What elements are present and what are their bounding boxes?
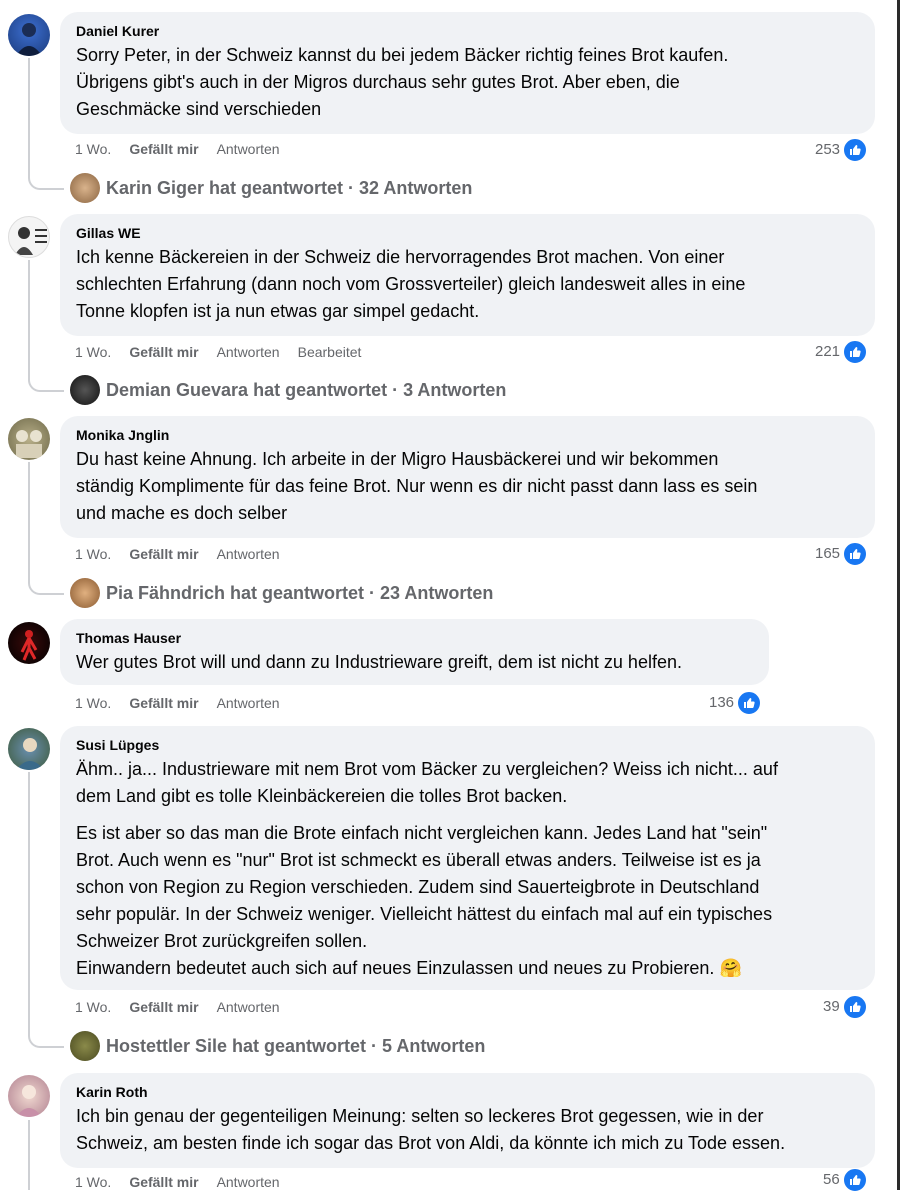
comment-text: Du hast keine Ahnung. Ich arbeite in der…: [76, 449, 758, 523]
comment-time[interactable]: 1 Wo.: [75, 695, 111, 711]
view-replies-link[interactable]: Karin Giger hat geantwortet · 32 Antwort…: [70, 172, 472, 204]
comment-text: Wer gutes Brot will und dann zu Industri…: [76, 652, 682, 672]
replies-text: Demian Guevara hat geantwortet · 3 Antwo…: [106, 379, 507, 400]
comment-actions: 1 Wo. Gefällt mir Antworten: [75, 544, 298, 564]
thread-line: [28, 1120, 30, 1190]
thumbs-up-icon: [842, 1168, 867, 1192]
avatar-image-icon: [16, 738, 44, 770]
comment-text-paragraph: Es ist aber so das man die Brote einfach…: [76, 823, 773, 978]
reaction-count[interactable]: 221: [815, 340, 868, 364]
thumbs-up-icon: [843, 340, 868, 364]
comment-time[interactable]: 1 Wo.: [75, 546, 111, 562]
comment-bubble: Daniel Kurer Sorry Peter, in der Schweiz…: [60, 12, 875, 134]
replier-avatar: [70, 578, 100, 608]
comment-author[interactable]: Karin Roth: [76, 1083, 859, 1101]
thread-connector: [28, 1026, 64, 1048]
reply-button[interactable]: Antworten: [217, 1174, 280, 1190]
reply-button[interactable]: Antworten: [217, 546, 280, 562]
like-button[interactable]: Gefällt mir: [129, 1174, 198, 1190]
view-replies-link[interactable]: Pia Fähndrich hat geantwortet · 23 Antwo…: [70, 577, 493, 609]
reply-button[interactable]: Antworten: [217, 695, 280, 711]
avatar[interactable]: [8, 1075, 50, 1117]
thumbs-up-icon: [737, 691, 762, 715]
comment-time[interactable]: 1 Wo.: [75, 999, 111, 1015]
replier-avatar: [70, 375, 100, 405]
reply-button[interactable]: Antworten: [217, 999, 280, 1015]
replier-avatar: [70, 173, 100, 203]
thread-line: [28, 772, 30, 1034]
like-button[interactable]: Gefällt mir: [129, 546, 198, 562]
comment-bubble: Monika Jnglin Du hast keine Ahnung. Ich …: [60, 416, 875, 538]
thread-connector: [28, 370, 64, 392]
comment-bubble: Gillas WE Ich kenne Bäckereien in der Sc…: [60, 214, 875, 336]
replier-avatar: [70, 1031, 100, 1061]
avatar-image-icon: [15, 227, 47, 255]
comment-actions: 1 Wo. Gefällt mir Antworten: [75, 997, 298, 1017]
reaction-count-value: 253: [815, 141, 841, 158]
comment-author[interactable]: Monika Jnglin: [76, 426, 859, 444]
reply-button[interactable]: Antworten: [217, 344, 280, 360]
replies-text: Karin Giger hat geantwortet · 32 Antwort…: [106, 177, 473, 198]
comment-text: Sorry Peter, in der Schweiz kannst du be…: [76, 45, 729, 119]
reaction-count-value: 165: [815, 545, 841, 562]
reaction-count[interactable]: 165: [815, 542, 868, 566]
comment-actions: 1 Wo. Gefällt mir Antworten: [75, 139, 298, 159]
comment-time[interactable]: 1 Wo.: [75, 141, 111, 157]
view-replies-link[interactable]: Hostettler Sile hat geantwortet · 5 Antw…: [70, 1030, 485, 1062]
comment-text: Ich kenne Bäckereien in der Schweiz die …: [76, 247, 746, 321]
reaction-count-value: 56: [823, 1171, 840, 1188]
thread-line: [28, 260, 30, 380]
comment-author[interactable]: Daniel Kurer: [76, 22, 859, 40]
comment-time[interactable]: 1 Wo.: [75, 344, 111, 360]
comment-actions: 1 Wo. Gefällt mir Antworten Bearbeitet: [75, 342, 379, 362]
reaction-count[interactable]: 39: [823, 995, 867, 1019]
reaction-count[interactable]: 253: [815, 138, 868, 162]
comment-actions: 1 Wo. Gefällt mir Antworten: [75, 1172, 298, 1192]
reaction-count-value: 221: [815, 343, 841, 360]
comment-bubble: Thomas Hauser Wer gutes Brot will und da…: [60, 619, 769, 685]
replies-text: Hostettler Sile hat geantwortet · 5 Antw…: [106, 1035, 486, 1056]
comment-bubble: Susi Lüpges Ähm.. ja... Industrieware mi…: [60, 726, 875, 990]
avatar[interactable]: [8, 418, 50, 460]
thread-connector: [28, 573, 64, 595]
reaction-count-value: 39: [823, 998, 840, 1015]
avatar-image-icon: [16, 23, 42, 56]
thread-connector: [28, 168, 64, 190]
reply-button[interactable]: Antworten: [217, 141, 280, 157]
avatar[interactable]: [8, 216, 50, 258]
avatar-image-icon: [16, 1085, 42, 1117]
like-button[interactable]: Gefällt mir: [129, 141, 198, 157]
like-button[interactable]: Gefällt mir: [129, 695, 198, 711]
comment-actions: 1 Wo. Gefällt mir Antworten: [75, 693, 298, 713]
reaction-count[interactable]: 136: [709, 691, 762, 715]
edited-label: Bearbeitet: [297, 344, 362, 360]
thumbs-up-icon: [842, 995, 867, 1019]
avatar[interactable]: [8, 622, 50, 664]
replies-text: Pia Fähndrich hat geantwortet · 23 Antwo…: [106, 582, 494, 603]
view-replies-link[interactable]: Demian Guevara hat geantwortet · 3 Antwo…: [70, 374, 506, 406]
comment-author[interactable]: Susi Lüpges: [76, 736, 859, 754]
avatar[interactable]: [8, 728, 50, 770]
thumbs-up-icon: [843, 542, 868, 566]
avatar[interactable]: [8, 14, 50, 56]
comment-author[interactable]: Thomas Hauser: [76, 629, 753, 647]
thread-line: [28, 58, 30, 178]
like-button[interactable]: Gefällt mir: [129, 344, 198, 360]
comment-bubble: Karin Roth Ich bin genau der gegenteilig…: [60, 1073, 875, 1168]
like-button[interactable]: Gefällt mir: [129, 999, 198, 1015]
comment-time[interactable]: 1 Wo.: [75, 1174, 111, 1190]
avatar-image-icon: [16, 430, 42, 458]
reaction-count-value: 136: [709, 694, 735, 711]
comment-text: Ich bin genau der gegenteiligen Meinung:…: [76, 1106, 786, 1153]
reaction-count[interactable]: 56: [823, 1168, 867, 1192]
thumbs-up-icon: [843, 138, 868, 162]
comment-text: Ähm.. ja... Industrieware mit nem Brot v…: [76, 759, 778, 806]
thread-line: [28, 462, 30, 582]
comment-author[interactable]: Gillas WE: [76, 224, 859, 242]
avatar-image-icon: [20, 630, 38, 661]
